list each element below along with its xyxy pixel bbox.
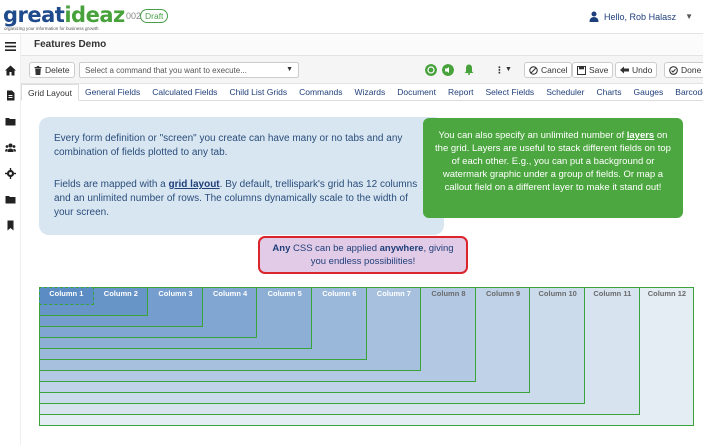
document-icon[interactable] bbox=[5, 90, 16, 101]
tab-barcodes[interactable]: Barcodes bbox=[669, 84, 703, 101]
trash-icon bbox=[34, 65, 42, 75]
left-rail bbox=[0, 34, 21, 445]
grid-column-label: Column 6 bbox=[322, 289, 357, 298]
grid-column-label: Column 2 bbox=[103, 289, 138, 298]
grid-layout-link[interactable]: grid layout bbox=[169, 179, 220, 190]
grid-column-label: Column 5 bbox=[267, 289, 302, 298]
app-logo[interactable]: greatideaz organizing your information f… bbox=[3, 3, 125, 31]
tab-commands[interactable]: Commands bbox=[293, 84, 348, 101]
tab-wizards[interactable]: Wizards bbox=[349, 84, 392, 101]
bell-icon[interactable] bbox=[464, 64, 474, 75]
home-icon[interactable] bbox=[5, 65, 16, 76]
chevron-down-icon[interactable]: ▼ bbox=[505, 66, 512, 73]
audio-icon[interactable] bbox=[442, 64, 454, 76]
info-box: Every form definition or "screen" you cr… bbox=[39, 117, 444, 235]
logo-part1: great bbox=[3, 3, 65, 27]
tab-general-fields[interactable]: General Fields bbox=[79, 84, 146, 101]
tab-report[interactable]: Report bbox=[442, 84, 480, 101]
folder-icon[interactable] bbox=[5, 116, 16, 127]
undo-button[interactable]: Undo bbox=[615, 62, 658, 78]
gear-icon[interactable] bbox=[5, 168, 16, 179]
tab-charts[interactable]: Charts bbox=[590, 84, 627, 101]
tab-bar: Grid Layout General Fields Calculated Fi… bbox=[21, 84, 703, 101]
save-button[interactable]: Save bbox=[572, 62, 614, 78]
grid-column-label: Column 1 bbox=[49, 289, 84, 298]
grid-column-label: Column 4 bbox=[213, 289, 248, 298]
toolbar: Delete Select a command that you want to… bbox=[21, 56, 703, 84]
command-select[interactable]: Select a command that you want to execut… bbox=[79, 62, 299, 78]
tab-gauges[interactable]: Gauges bbox=[628, 84, 670, 101]
grid-column-label: Column 3 bbox=[158, 289, 193, 298]
page-title: Features Demo bbox=[34, 39, 107, 50]
grid-column-label: Column 7 bbox=[376, 289, 411, 298]
logo-part2: ideaz bbox=[64, 3, 125, 27]
logo-tagline: organizing your information for business… bbox=[4, 26, 99, 31]
app-header: greatideaz organizing your information f… bbox=[0, 0, 703, 34]
menu-icon[interactable] bbox=[5, 41, 16, 52]
grid-column-label: Column 9 bbox=[486, 289, 521, 298]
undo-icon bbox=[620, 66, 629, 74]
tab-content: Every form definition or "screen" you cr… bbox=[21, 101, 703, 445]
tab-child-list-grids[interactable]: Child List Grids bbox=[223, 84, 293, 101]
grid-column-label: Column 11 bbox=[593, 289, 632, 298]
layers-link[interactable]: layers bbox=[627, 130, 654, 141]
refresh-icon[interactable] bbox=[425, 64, 437, 76]
users-icon[interactable] bbox=[5, 142, 16, 153]
tab-document[interactable]: Document bbox=[391, 84, 442, 101]
chevron-down-icon: ▼ bbox=[286, 66, 293, 73]
user-menu[interactable]: Hello, Rob Halasz ▼ bbox=[589, 11, 693, 22]
bookmark-icon[interactable] bbox=[5, 220, 16, 231]
cancel-icon bbox=[529, 65, 538, 75]
grid-column-label: Column 10 bbox=[538, 289, 577, 298]
layers-callout: You can also specify an unlimited number… bbox=[423, 118, 683, 218]
tab-select-fields[interactable]: Select Fields bbox=[480, 84, 541, 101]
title-bar: Features Demo bbox=[21, 34, 703, 56]
tab-calculated-fields[interactable]: Calculated Fields bbox=[146, 84, 223, 101]
delete-button[interactable]: Delete bbox=[29, 62, 75, 78]
done-button[interactable]: Done bbox=[664, 62, 703, 78]
css-callout: Any CSS can be applied anywhere, giving … bbox=[258, 236, 468, 274]
info-paragraph-tabs: Every form definition or "screen" you cr… bbox=[54, 133, 403, 158]
cancel-button[interactable]: Cancel bbox=[524, 62, 573, 78]
info-paragraph-grid: Fields are mapped with a grid layout. By… bbox=[54, 179, 418, 218]
status-badge: Draft bbox=[140, 9, 169, 23]
command-select-placeholder: Select a command that you want to execut… bbox=[85, 66, 247, 75]
grid-column-label: Column 8 bbox=[431, 289, 466, 298]
chevron-down-icon: ▼ bbox=[685, 12, 693, 21]
folder-icon[interactable] bbox=[5, 194, 16, 205]
save-icon bbox=[577, 65, 586, 75]
grid-column-label: Column 12 bbox=[647, 289, 687, 298]
user-greeting: Hello, Rob Halasz bbox=[604, 11, 677, 22]
document-number: 002 bbox=[126, 11, 142, 21]
tab-scheduler[interactable]: Scheduler bbox=[540, 84, 590, 101]
tab-grid-layout[interactable]: Grid Layout bbox=[21, 84, 79, 101]
more-icon[interactable]: ⋮ bbox=[495, 65, 504, 76]
done-icon bbox=[669, 65, 678, 75]
user-icon bbox=[589, 11, 599, 22]
